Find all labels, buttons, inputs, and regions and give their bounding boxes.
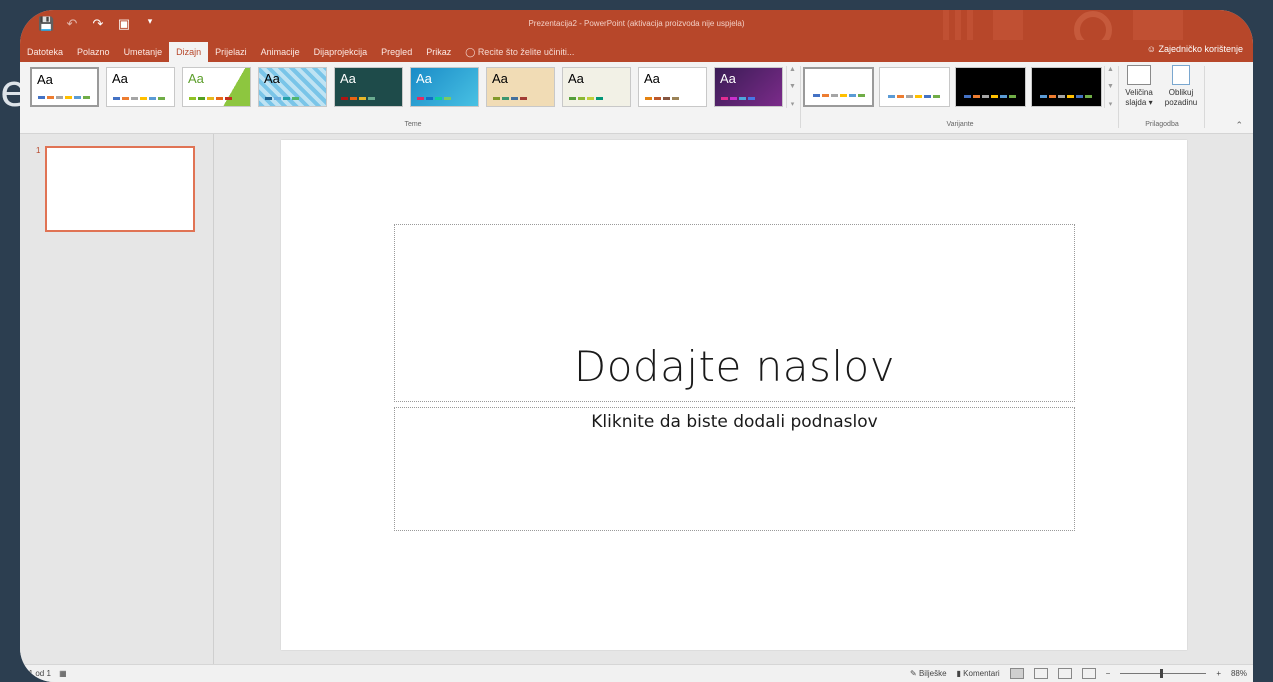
scroll-down-icon[interactable]: ▼ — [789, 83, 796, 90]
notes-button[interactable]: ✎ Bilješke — [910, 669, 947, 678]
language-icon[interactable]: ▦ — [59, 669, 67, 678]
theme-ion[interactable]: Aa — [334, 67, 403, 107]
theme-sample-text: Aa — [264, 71, 280, 86]
ribbon-dizajn: Aa Aa Aa Aa Aa Aa Aa Aa Aa Aa ▲ ▼ ▾ Teme… — [20, 62, 1253, 134]
slide-thumbnail[interactable] — [45, 146, 195, 232]
group-divider — [1118, 66, 1119, 128]
slide-thumbnail-number: 1 — [36, 146, 41, 155]
notes-icon: ✎ — [910, 669, 917, 678]
zoom-out-button[interactable]: − — [1106, 669, 1111, 678]
slide-size-button[interactable]: Veličina slajda ▾ — [1121, 65, 1157, 108]
powerpoint-window: 💾 ↶ ↷ ▣ ▾ Prezentacija2 - PowerPoint (ak… — [20, 10, 1253, 682]
tab-dizajn[interactable]: Dizajn — [169, 42, 209, 62]
format-background-label-1: Oblikuj — [1168, 88, 1194, 97]
notes-label: Bilješke — [918, 669, 947, 678]
theme-sample-text: Aa — [644, 71, 660, 86]
share-button[interactable]: ☺ Zajedničko korištenje — [1147, 44, 1243, 54]
zoom-slider-thumb[interactable] — [1160, 669, 1164, 678]
collapse-ribbon-icon[interactable]: ⌃ — [1235, 120, 1243, 131]
slide-show-view-icon[interactable] — [1081, 668, 1096, 679]
tab-prikaz[interactable]: Prikaz — [419, 42, 458, 62]
theme-slice[interactable]: Aa — [638, 67, 707, 107]
comments-label: Komentari — [963, 669, 1000, 678]
zoom-in-button[interactable]: + — [1216, 669, 1221, 678]
tell-me-box[interactable]: ◯ Recite što želite učiniti... — [458, 42, 581, 62]
more-icon[interactable]: ▾ — [791, 100, 795, 108]
normal-view-icon[interactable] — [1009, 668, 1024, 679]
tab-pregled[interactable]: Pregled — [374, 42, 419, 62]
scroll-up-icon[interactable]: ▲ — [789, 66, 796, 73]
theme-sample-text: Aa — [188, 71, 204, 86]
theme-organic[interactable]: Aa — [486, 67, 555, 107]
subtitle-placeholder[interactable]: Kliknite da biste dodali podnaslov — [394, 407, 1075, 531]
group-divider — [1204, 66, 1205, 128]
format-background-label-2: pozadinu — [1164, 98, 1198, 107]
theme-sample-text: Aa — [568, 71, 584, 86]
status-bar: d 1 od 1 ▦ ✎ Bilješke ▮ Komentari − + 88… — [20, 664, 1253, 682]
zoom-slider[interactable] — [1120, 669, 1207, 678]
variant-1[interactable] — [803, 67, 874, 107]
dropdown-arrow-icon: ▾ — [1148, 98, 1153, 107]
theme-sample-text: Aa — [492, 71, 508, 86]
format-background-icon — [1172, 65, 1190, 85]
share-label: Zajedničko korištenje — [1158, 44, 1243, 54]
group-divider — [800, 66, 801, 128]
comment-icon: ▮ — [956, 669, 961, 678]
slide-counter: d 1 od 1 — [22, 669, 51, 678]
title-bar: 💾 ↶ ↷ ▣ ▾ Prezentacija2 - PowerPoint (ak… — [20, 10, 1253, 46]
tab-datoteka[interactable]: Datoteka — [20, 42, 70, 62]
title-placeholder-text: Dodajte naslov — [573, 342, 896, 391]
variant-3[interactable] — [955, 67, 1026, 107]
tab-animacije[interactable]: Animacije — [254, 42, 307, 62]
tab-prijelazi[interactable]: Prijelazi — [208, 42, 254, 62]
theme-office-2[interactable]: Aa — [106, 67, 175, 107]
customize-group-label: Prilagodba — [1145, 121, 1179, 128]
tab-umetanje[interactable]: Umetanje — [117, 42, 170, 62]
tab-polazno[interactable]: Polazno — [70, 42, 117, 62]
variants-gallery-scroll[interactable]: ▲ ▼ ▾ — [1104, 66, 1116, 108]
variant-4[interactable] — [1031, 67, 1102, 107]
theme-sample-text: Aa — [37, 72, 53, 87]
slide-size-label-2: slajda — [1125, 98, 1147, 107]
zoom-level[interactable]: 88% — [1231, 669, 1247, 678]
theme-pattern[interactable]: Aa — [258, 67, 327, 107]
theme-sample-text: Aa — [112, 71, 128, 86]
theme-sample-text: Aa — [720, 71, 736, 86]
subtitle-placeholder-text: Kliknite da biste dodali podnaslov — [591, 412, 878, 432]
scroll-up-icon[interactable]: ▲ — [1107, 66, 1114, 73]
slide-thumbnails-pane: 1 — [20, 134, 214, 664]
theme-sample-text: Aa — [416, 71, 432, 86]
lightbulb-icon: ◯ — [465, 47, 476, 57]
tab-dijaprojekcija[interactable]: Dijaprojekcija — [307, 42, 375, 62]
slide-editor: Dodajte naslov Kliknite da biste dodali … — [215, 134, 1253, 664]
theme-office[interactable]: Aa — [30, 67, 99, 107]
slide-size-label-1: Veličina — [1125, 88, 1153, 97]
person-icon: ☺ — [1146, 44, 1156, 54]
theme-facet[interactable]: Aa — [182, 67, 251, 107]
ribbon-tabs: Datoteka Polazno Umetanje Dizajn Prijela… — [20, 40, 1253, 62]
format-background-button[interactable]: Oblikuj pozadinu — [1160, 65, 1202, 108]
scroll-down-icon[interactable]: ▼ — [1107, 83, 1114, 90]
slide-size-icon — [1127, 65, 1151, 85]
reading-view-icon[interactable] — [1057, 668, 1072, 679]
theme-ion-boardroom[interactable]: Aa — [410, 67, 479, 107]
slide-sorter-view-icon[interactable] — [1033, 668, 1048, 679]
comments-button[interactable]: ▮ Komentari — [957, 669, 1000, 678]
theme-sample-text: Aa — [340, 71, 356, 86]
variant-2[interactable] — [879, 67, 950, 107]
title-placeholder[interactable]: Dodajte naslov — [394, 224, 1075, 402]
variants-group-label: Varijante — [946, 121, 974, 128]
more-icon[interactable]: ▾ — [1109, 100, 1113, 108]
theme-wisp[interactable]: Aa — [714, 67, 783, 107]
themes-group-label: Teme — [404, 121, 422, 128]
slide-canvas[interactable]: Dodajte naslov Kliknite da biste dodali … — [281, 140, 1187, 650]
themes-gallery-scroll[interactable]: ▲ ▼ ▾ — [786, 66, 798, 108]
tell-me-text: Recite što želite učiniti... — [477, 47, 575, 57]
theme-retrospect[interactable]: Aa — [562, 67, 631, 107]
